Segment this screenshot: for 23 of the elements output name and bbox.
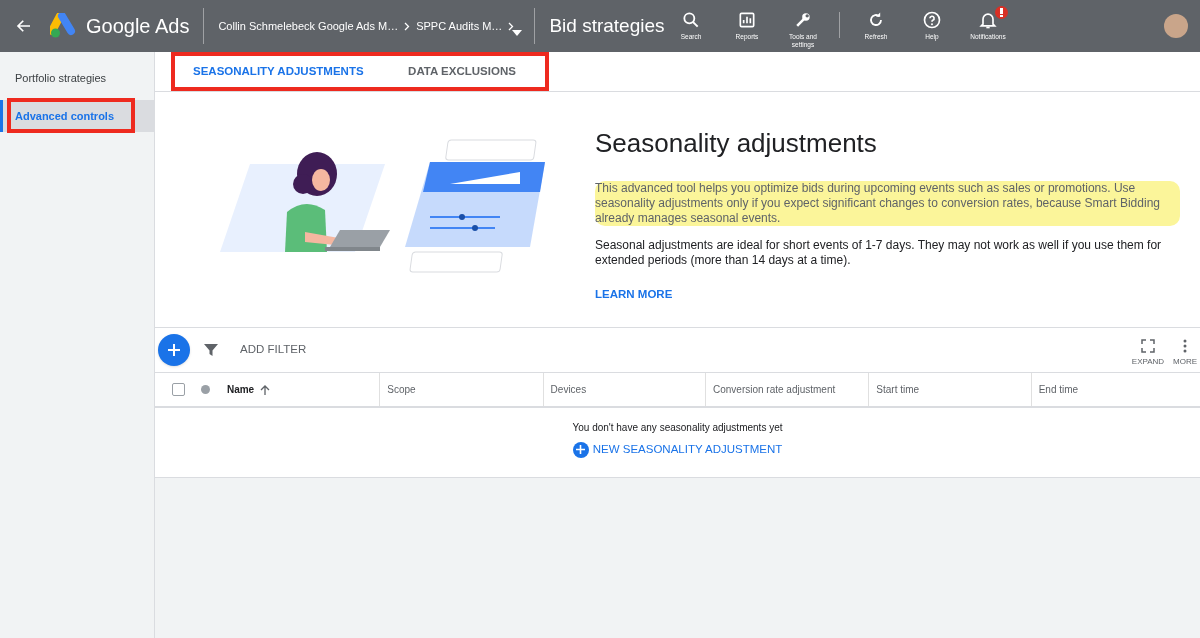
sidebar-item[interactable]: Advanced controls (0, 100, 154, 132)
column-header[interactable]: Name (226, 382, 255, 397)
new-adjustment-button[interactable]: NEW SEASONALITY ADJUSTMENT (572, 441, 783, 459)
add-filter-button[interactable]: ADD FILTER (240, 341, 307, 359)
tab[interactable]: DATA EXCLUSIONS (379, 56, 545, 87)
learn-more-link[interactable]: LEARN MORE (595, 286, 673, 304)
description-text: Seasonal adjustments are ideal for short events of 1-7 days. They may not work as well if you use them for extended periods (more than 14 days at a time). (595, 238, 1163, 268)
section-title: Seasonality adjustments (595, 127, 878, 160)
tab[interactable]: SEASONALITY ADJUSTMENTS (175, 56, 379, 87)
column-header[interactable]: Conversion rate adjustment (712, 382, 836, 397)
sidebar-item[interactable]: Portfolio strategies (0, 62, 154, 94)
column-header[interactable]: Scope (387, 382, 416, 397)
product-name: Google Ads (86, 14, 190, 39)
description-text: This advanced tool helps you optimize bids during upcoming events such as sales or promotions. Use seasonality adjustments only if you expect significant changes to conversion rates, because Smart Bidding already manages seasonal events. (595, 181, 1180, 226)
empty-message: You don't have any seasonality adjustments yet (572, 421, 783, 435)
column-header[interactable]: End time (1038, 382, 1079, 397)
expand-button[interactable]: EXPAND (1130, 338, 1166, 368)
more-button[interactable]: MORE (1172, 338, 1198, 368)
column-header[interactable]: Start time (876, 382, 920, 397)
breadcrumb-link[interactable]: Collin Schmelebeck Google Ads M… (218, 17, 399, 35)
column-header[interactable]: Devices (550, 382, 587, 397)
breadcrumb-link[interactable]: SPPC Audits M… (416, 17, 503, 35)
page-title: Bid strategies (549, 13, 665, 38)
